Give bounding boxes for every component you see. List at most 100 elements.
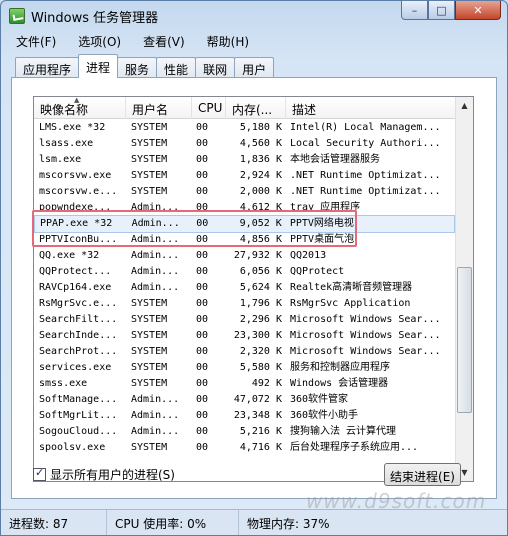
column-header-image-name-label: 映像名称 bbox=[40, 103, 89, 117]
tab-performance[interactable]: 性能 bbox=[156, 57, 197, 78]
process-cpu: 00 bbox=[196, 394, 209, 405]
process-cpu: 00 bbox=[196, 330, 209, 341]
table-row[interactable]: SogouCloud... Admin... 00 5,216 K 搜狗输入法 云计算代… bbox=[34, 424, 455, 440]
process-name: RsMgrSvc.e... bbox=[39, 298, 118, 309]
tab-networking[interactable]: 联网 bbox=[195, 57, 236, 78]
process-memory: 5,624 K bbox=[239, 282, 282, 293]
tab-services[interactable]: 服务 bbox=[117, 57, 158, 78]
process-description: 本地会话管理器服务 bbox=[290, 154, 380, 165]
table-row[interactable]: RAVCp164.exe Admin... 00 5,624 K Realtek高清晰音… bbox=[34, 280, 455, 296]
process-description: 360软件小助手 bbox=[290, 410, 359, 421]
tab-applications[interactable]: 应用程序 bbox=[15, 57, 80, 78]
column-header-cpu[interactable]: CPU bbox=[192, 97, 226, 119]
table-row[interactable]: smss.exe SYSTEM 00 492 K Windows 会话管理器 bbox=[34, 376, 455, 392]
process-memory: 5,580 K bbox=[239, 362, 282, 373]
end-process-button[interactable]: 结束进程(E) bbox=[384, 463, 461, 486]
process-name: spoolsv.exe bbox=[39, 442, 106, 453]
show-all-users-checkbox[interactable] bbox=[33, 466, 46, 481]
table-row[interactable]: lsass.exe SYSTEM 00 4,560 K Local Security A… bbox=[34, 136, 455, 152]
window-controls: – □ ✕ bbox=[401, 1, 501, 21]
table-row[interactable]: SoftManage... Admin... 00 47,072 K 360软件管家 bbox=[34, 392, 455, 408]
table-row[interactable]: SearchInde... SYSTEM 00 23,300 K Microsoft W… bbox=[34, 328, 455, 344]
status-memory: 物理内存: 37% bbox=[247, 517, 330, 531]
process-cpu: 00 bbox=[196, 218, 209, 229]
process-name: mscorsvw.e... bbox=[39, 186, 118, 197]
process-cpu: 00 bbox=[196, 378, 209, 389]
table-row[interactable]: PPTVIconBu... Admin... 00 4,856 K PPTV桌面气泡 bbox=[34, 232, 455, 248]
table-row[interactable]: QQ.exe *32 Admin... 00 27,932 K QQ2013 bbox=[34, 248, 455, 264]
scroll-up-icon[interactable]: ▲ bbox=[456, 97, 473, 114]
process-cpu: 00 bbox=[196, 170, 209, 181]
scroll-thumb[interactable] bbox=[457, 267, 472, 413]
minimize-button[interactable]: – bbox=[401, 1, 428, 20]
process-cpu: 00 bbox=[196, 138, 209, 149]
vertical-scrollbar[interactable]: ▲ ▼ bbox=[455, 97, 473, 481]
process-cpu: 00 bbox=[196, 298, 209, 309]
process-memory: 492 K bbox=[251, 378, 282, 389]
process-cpu: 00 bbox=[196, 346, 209, 357]
process-name: LMS.exe *32 bbox=[39, 122, 106, 133]
column-header-description[interactable]: 描述 bbox=[286, 97, 455, 119]
maximize-button[interactable]: □ bbox=[428, 1, 455, 20]
process-cpu: 00 bbox=[196, 186, 209, 197]
table-row[interactable]: services.exe SYSTEM 00 5,580 K 服务和控制器应用程序 bbox=[34, 360, 455, 376]
process-description: Microsoft Windows Sear... bbox=[290, 330, 441, 341]
table-row[interactable]: QQProtect... Admin... 00 6,056 K QQProtect bbox=[34, 264, 455, 280]
process-memory: 1,836 K bbox=[239, 154, 282, 165]
status-bar: 进程数: 87 CPU 使用率: 0% 物理内存: 37% bbox=[1, 509, 507, 535]
table-row[interactable]: popwndexe... Admin... 00 4,612 K tray 应用程序 bbox=[34, 200, 455, 216]
status-cpu-usage: CPU 使用率: 0% bbox=[107, 510, 239, 535]
tab-users[interactable]: 用户 bbox=[234, 57, 275, 78]
table-row[interactable]: PPAP.exe *32 Admin... 00 9,052 K PPTV网络电视 bbox=[34, 215, 455, 233]
menu-view[interactable]: 查看(V) bbox=[129, 31, 193, 51]
table-row[interactable]: mscorsvw.e... SYSTEM 00 2,000 K .NET Runtime… bbox=[34, 184, 455, 200]
table-row[interactable]: SoftMgrLit... Admin... 00 23,348 K 360软件小助手 bbox=[34, 408, 455, 424]
process-memory: 1,796 K bbox=[239, 298, 282, 309]
process-user: SYSTEM bbox=[131, 138, 168, 149]
tab-processes[interactable]: 进程 bbox=[78, 54, 119, 78]
table-row[interactable]: spoolsv.exe SYSTEM 00 4,716 K 后台处理程序子系统应用... bbox=[34, 440, 455, 456]
table-row[interactable]: SearchFilt... SYSTEM 00 2,296 K Microsoft Wi… bbox=[34, 312, 455, 328]
menu-file[interactable]: 文件(F) bbox=[2, 31, 64, 51]
process-user: SYSTEM bbox=[131, 186, 168, 197]
process-description: QQ2013 bbox=[290, 250, 327, 261]
process-name: smss.exe bbox=[39, 378, 88, 389]
process-user: SYSTEM bbox=[131, 330, 168, 341]
process-user: SYSTEM bbox=[131, 442, 168, 453]
process-memory: 23,300 K bbox=[233, 330, 282, 341]
table-row[interactable]: mscorsvw.exe SYSTEM 00 2,924 K .NET Runtime … bbox=[34, 168, 455, 184]
process-description: Local Security Authori... bbox=[290, 138, 441, 149]
column-header-user[interactable]: 用户名 bbox=[126, 97, 192, 119]
process-cpu: 00 bbox=[196, 234, 209, 245]
process-name: QQProtect... bbox=[39, 266, 112, 277]
show-all-users-option[interactable]: 显示所有用户的进程(S) bbox=[33, 466, 175, 483]
close-button[interactable]: ✕ bbox=[455, 1, 501, 20]
process-cpu: 00 bbox=[196, 426, 209, 437]
column-header-image-name[interactable]: ▲ 映像名称 bbox=[34, 97, 126, 119]
process-user: SYSTEM bbox=[131, 314, 168, 325]
process-user: SYSTEM bbox=[131, 154, 168, 165]
process-description: 服务和控制器应用程序 bbox=[290, 362, 390, 373]
table-row[interactable]: SearchProt... SYSTEM 00 2,320 K Microsoft Wi… bbox=[34, 344, 455, 360]
table-row[interactable]: RsMgrSvc.e... SYSTEM 00 1,796 K RsMgrSvc App… bbox=[34, 296, 455, 312]
process-name: SearchInde... bbox=[39, 330, 118, 341]
process-description: Intel(R) Local Managem... bbox=[290, 122, 441, 133]
process-list[interactable]: ▲ 映像名称 用户名 CPU 内存(... 描述 LMS.exe *32 SYST… bbox=[33, 96, 474, 482]
process-name: SoftMgrLit... bbox=[39, 410, 118, 421]
process-user: Admin... bbox=[131, 426, 180, 437]
process-description: tray 应用程序 bbox=[290, 202, 361, 213]
task-manager-app-icon bbox=[9, 8, 25, 24]
menu-help[interactable]: 帮助(H) bbox=[193, 31, 257, 51]
table-row[interactable]: LMS.exe *32 SYSTEM 00 5,180 K Intel(R) Local… bbox=[34, 120, 455, 136]
process-name: RAVCp164.exe bbox=[39, 282, 112, 293]
processes-panel: ▲ 映像名称 用户名 CPU 内存(... 描述 LMS.exe *32 SYST… bbox=[11, 77, 497, 499]
menu-options[interactable]: 选项(O) bbox=[64, 31, 129, 51]
table-row[interactable]: lsm.exe SYSTEM 00 1,836 K 本地会话管理器服务 bbox=[34, 152, 455, 168]
process-description: 后台处理程序子系统应用... bbox=[290, 442, 419, 453]
status-process-count: 进程数: 87 bbox=[1, 510, 107, 535]
column-header-memory[interactable]: 内存(... bbox=[226, 97, 286, 119]
title-bar[interactable]: Windows 任务管理器 – □ ✕ bbox=[1, 1, 507, 31]
process-name: QQ.exe *32 bbox=[39, 250, 100, 261]
window-title: Windows 任务管理器 bbox=[31, 11, 159, 26]
process-user: SYSTEM bbox=[131, 362, 168, 373]
